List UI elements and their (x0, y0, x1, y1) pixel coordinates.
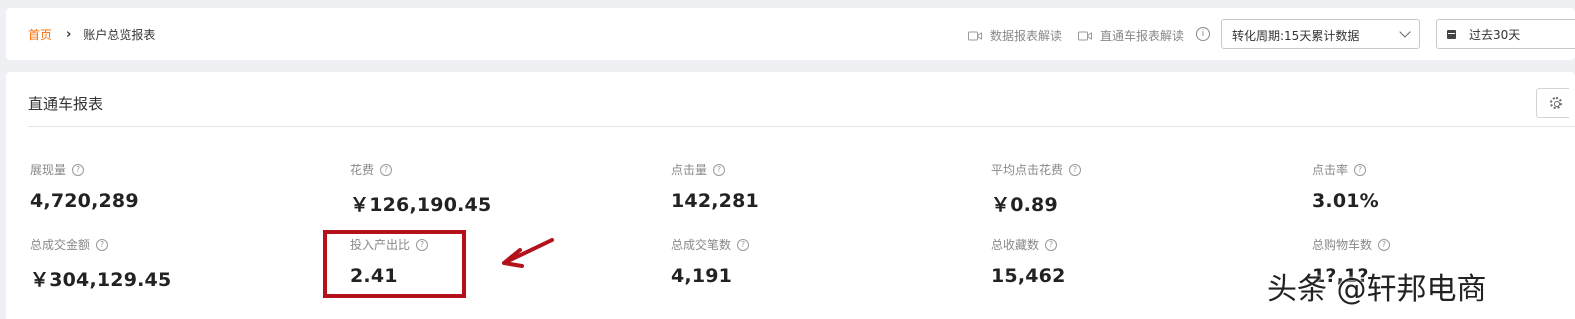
annotation-arrow-icon (502, 238, 554, 268)
help-icon[interactable]: ? (380, 163, 393, 176)
metric-ctr[interactable]: 点击率? 3.01% (1312, 161, 1379, 212)
video-icon (1078, 31, 1092, 40)
metric-label: 花费 (350, 163, 375, 177)
metric-label: 总购物车数 (1312, 238, 1373, 252)
help-icon[interactable]: ? (1045, 238, 1058, 251)
ztc-report-guide-label: 直通车报表解读 (1100, 29, 1185, 43)
ztc-report-guide-link[interactable]: 直通车报表解读 (1078, 27, 1184, 44)
date-range-picker[interactable]: 过去30天 (1436, 19, 1575, 49)
metric-label: 平均点击花费 (991, 163, 1064, 177)
metric-total-sales[interactable]: 总成交金额? ￥304,129.45 (30, 236, 171, 292)
metric-value: 3.01% (1312, 190, 1379, 212)
divider (28, 126, 1575, 127)
help-icon[interactable]: ? (737, 238, 750, 251)
metric-value: ￥126,190.45 (350, 194, 492, 216)
data-report-guide-link[interactable]: 数据报表解读 (968, 27, 1062, 44)
data-report-guide-label: 数据报表解读 (990, 29, 1063, 43)
metric-value: 15,462 (991, 265, 1066, 287)
watermark: 头条 @轩邦电商 (1267, 272, 1487, 307)
video-icon (968, 31, 982, 40)
breadcrumb-current: 账户总览报表 (83, 28, 156, 42)
annotation-highlight-box (323, 230, 466, 298)
settings-button[interactable] (1536, 88, 1569, 118)
metric-label: 点击量 (671, 163, 708, 177)
metric-value: 4,720,289 (30, 190, 139, 212)
help-icon[interactable]: ? (1069, 163, 1082, 176)
metric-total-favorites[interactable]: 总收藏数? 15,462 (991, 236, 1066, 287)
breadcrumb: 首页 › 账户总览报表 (28, 26, 155, 43)
chevron-down-icon (1399, 26, 1411, 38)
help-icon[interactable]: ? (72, 163, 85, 176)
metric-value: ￥0.89 (991, 194, 1058, 216)
help-icon[interactable]: ? (1354, 163, 1367, 176)
calendar-icon (1447, 29, 1456, 39)
metric-total-orders[interactable]: 总成交笔数? 4,191 (671, 236, 750, 287)
top-bar: 首页 › 账户总览报表 数据报表解读 直通车报表解读 i 转化周期:15天累计数… (6, 8, 1575, 60)
info-icon[interactable]: i (1196, 27, 1210, 41)
gear-icon (1550, 97, 1562, 109)
metric-label: 展现量 (30, 163, 67, 177)
breadcrumb-home-link[interactable]: 首页 (28, 26, 52, 43)
conversion-period-select[interactable]: 转化周期:15天累计数据 (1221, 19, 1420, 49)
metric-label: 总成交金额 (30, 238, 91, 252)
metric-cost[interactable]: 花费? ￥126,190.45 (350, 161, 491, 217)
panel-title: 直通车报表 (28, 95, 104, 113)
conversion-period-value: 转化周期:15天累计数据 (1232, 29, 1360, 43)
metric-value: ￥304,129.45 (30, 269, 172, 291)
metric-label: 点击率 (1312, 163, 1349, 177)
metric-value: 142,281 (671, 190, 759, 212)
metric-label: 总收藏数 (991, 238, 1040, 252)
chevron-right-icon: › (66, 27, 72, 42)
metric-avg-click-cost[interactable]: 平均点击花费? ￥0.89 (991, 161, 1082, 217)
date-range-value: 过去30天 (1469, 27, 1521, 42)
metric-value: 4,191 (671, 265, 733, 287)
help-icon[interactable]: ? (713, 163, 726, 176)
metric-label: 总成交笔数 (671, 238, 732, 252)
metric-clicks[interactable]: 点击量? 142,281 (671, 161, 759, 212)
help-icon[interactable]: ? (96, 238, 109, 251)
help-icon[interactable]: ? (1378, 238, 1391, 251)
metric-impressions[interactable]: 展现量? 4,720,289 (30, 161, 139, 212)
